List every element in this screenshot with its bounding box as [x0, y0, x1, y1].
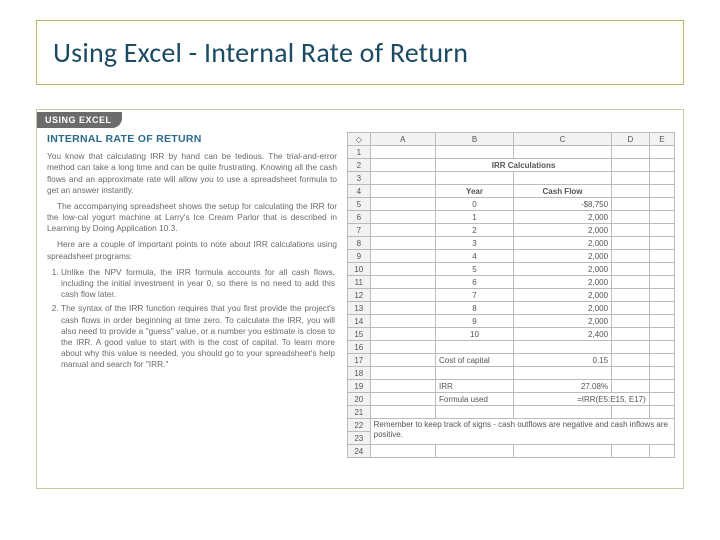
col-d: D [612, 133, 650, 146]
cf-cell: 2,000 [513, 276, 611, 289]
col-c: C [513, 133, 611, 146]
content-frame: USING EXCEL INTERNAL RATE OF RETURN You … [36, 109, 684, 489]
cashflow-header: Cash Flow [513, 185, 611, 198]
row-num: 18 [348, 367, 371, 380]
section-tab: USING EXCEL [37, 112, 122, 128]
irr-value: 27.08% [513, 380, 611, 393]
year-cell: 6 [436, 276, 514, 289]
year-cell: 10 [436, 328, 514, 341]
cf-cell: -$8,750 [513, 198, 611, 211]
header-row: ◇ A B C D E [348, 133, 675, 146]
slide-title: Using Excel - Internal Rate of Return [53, 35, 667, 70]
list-item-2: The syntax of the IRR function requires … [61, 303, 337, 370]
explanation-column: INTERNAL RATE OF RETURN You know that ca… [47, 132, 337, 458]
spreadsheet-column: ◇ A B C D E 1 2IRR Calculations 3 4YearC… [347, 132, 675, 458]
year-cell: 5 [436, 263, 514, 276]
spreadsheet-table: ◇ A B C D E 1 2IRR Calculations 3 4YearC… [347, 132, 675, 458]
notes-list: Unlike the NPV formula, the IRR formula … [61, 267, 337, 371]
cf-cell: 2,400 [513, 328, 611, 341]
cf-cell: 2,000 [513, 302, 611, 315]
row-num: 14 [348, 315, 371, 328]
footnote: Remember to keep track of signs - cash o… [370, 419, 674, 445]
year-cell: 7 [436, 289, 514, 302]
row-num: 5 [348, 198, 371, 211]
row-num: 20 [348, 393, 371, 406]
cf-cell: 2,000 [513, 237, 611, 250]
year-cell: 4 [436, 250, 514, 263]
formula-label: Formula used [436, 393, 514, 406]
cf-cell: 2,000 [513, 315, 611, 328]
year-cell: 3 [436, 237, 514, 250]
paragraph-3: Here are a couple of important points to… [47, 239, 337, 261]
year-header: Year [436, 185, 514, 198]
cf-cell: 2,000 [513, 250, 611, 263]
row-num: 19 [348, 380, 371, 393]
row-num: 9 [348, 250, 371, 263]
col-b: B [436, 133, 514, 146]
list-item-1: Unlike the NPV formula, the IRR formula … [61, 267, 337, 301]
year-cell: 1 [436, 211, 514, 224]
row-num: 17 [348, 354, 371, 367]
coc-label: Cost of capital [436, 354, 514, 367]
section-heading: INTERNAL RATE OF RETURN [47, 132, 337, 146]
cf-cell: 2,000 [513, 263, 611, 276]
row-num: 22 [348, 419, 371, 432]
paragraph-1: You know that calculating IRR by hand ca… [47, 151, 337, 196]
formula-value: =IRR(E5:E15, E17) [513, 393, 649, 406]
year-cell: 0 [436, 198, 514, 211]
col-a: A [370, 133, 435, 146]
cf-cell: 2,000 [513, 211, 611, 224]
year-cell: 8 [436, 302, 514, 315]
cf-cell: 2,000 [513, 289, 611, 302]
row-num: 23 [348, 432, 371, 445]
row-num: 24 [348, 445, 371, 458]
row-num: 1 [348, 146, 371, 159]
row-num: 12 [348, 289, 371, 302]
irr-label: IRR [436, 380, 514, 393]
row-num: 7 [348, 224, 371, 237]
content-columns: INTERNAL RATE OF RETURN You know that ca… [37, 128, 683, 466]
row-num: 6 [348, 211, 371, 224]
year-cell: 2 [436, 224, 514, 237]
row-num: 10 [348, 263, 371, 276]
year-cell: 9 [436, 315, 514, 328]
sheet-title: IRR Calculations [436, 159, 612, 172]
row-num: 8 [348, 237, 371, 250]
slide: Using Excel - Internal Rate of Return US… [0, 0, 720, 540]
corner-cell: ◇ [348, 133, 371, 146]
row-num: 13 [348, 302, 371, 315]
cf-cell: 2,000 [513, 224, 611, 237]
row-num: 11 [348, 276, 371, 289]
row-num: 15 [348, 328, 371, 341]
coc-value: 0.15 [513, 354, 611, 367]
paragraph-2: The accompanying spreadsheet shows the s… [47, 201, 337, 235]
row-num: 4 [348, 185, 371, 198]
title-container: Using Excel - Internal Rate of Return [36, 20, 684, 85]
col-e: E [649, 133, 674, 146]
row-num: 21 [348, 406, 371, 419]
row-num: 2 [348, 159, 371, 172]
row-num: 16 [348, 341, 371, 354]
row-num: 3 [348, 172, 371, 185]
